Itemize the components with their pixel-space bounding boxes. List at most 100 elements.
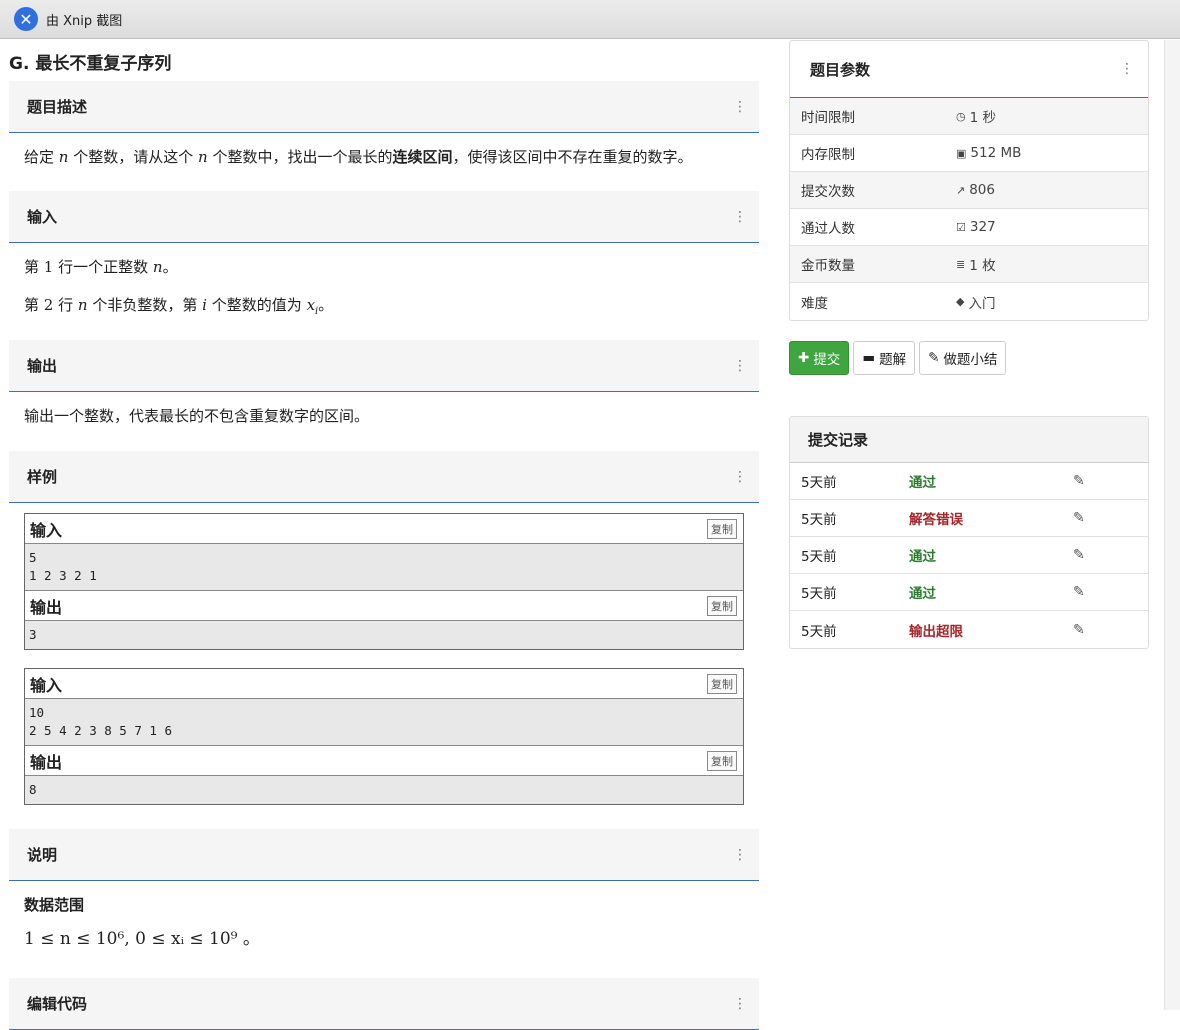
submit-button[interactable]: ✚ 提交: [789, 341, 850, 375]
sample-input-header: 输入 复制: [25, 669, 743, 699]
record-status[interactable]: 输出超限: [909, 620, 1073, 640]
description-panel: 题目描述 ⋮ 给定 n 个整数，请从这个 n 个整数中，找出一个最长的连续区间，…: [9, 81, 759, 191]
edit-icon[interactable]: ✎: [1073, 510, 1085, 526]
description-text: 给定: [24, 148, 55, 166]
param-value: 806: [969, 182, 995, 198]
sample-input-label: 输入: [30, 520, 63, 540]
sample-box: 输入 复制 10 2 5 4 2 3 8 5 7 1 6 输出 复制 8: [24, 668, 744, 805]
input-panel: 输入 ⋮ 第 1 行一个正整数 n。 第 2 行 n 个非负整数，第 i 个整数…: [9, 191, 759, 340]
record-status[interactable]: 通过: [909, 545, 1073, 565]
record-time: 5天前: [801, 475, 837, 491]
records-table: 5天前 通过 ✎ 5天前 解答错误 ✎ 5天前 通过 ✎ 5天前 通过 ✎ 5天前 输出…: [790, 463, 1148, 648]
input-text: 个非负整数，第: [92, 296, 198, 314]
more-options-icon[interactable]: ⋮: [733, 470, 747, 484]
scrollbar[interactable]: [1164, 40, 1180, 1010]
math-var: n: [152, 258, 163, 276]
param-value-cell: ↗ 806: [956, 182, 995, 198]
samples-panel: 样例 ⋮ 输入 复制 5 1 2 3 2 1 输出 复制 3 输入 复制 10 2 5 4 2 …: [9, 451, 759, 829]
solution-button[interactable]: ▬ 题解: [853, 341, 916, 375]
description-text: ，使得该区间中不存在重复的数字。: [452, 148, 693, 166]
problem-title: G. 最长不重复子序列: [9, 54, 172, 74]
sample-input-label: 输入: [30, 675, 63, 695]
submit-label: 提交: [813, 352, 841, 368]
record-row: 5天前 通过 ✎: [790, 537, 1148, 574]
param-label: 内存限制: [801, 147, 855, 163]
description-heading: 题目描述: [27, 98, 88, 116]
notes-heading: 说明: [27, 846, 58, 864]
record-status[interactable]: 解答错误: [909, 508, 1073, 528]
output-panel: 输出 ⋮ 输出一个整数，代表最长的不包含重复数字的区间。: [9, 340, 759, 451]
output-body: 输出一个整数，代表最长的不包含重复数字的区间。: [9, 392, 759, 451]
param-value-cell: ≣ 1 枚: [956, 254, 996, 275]
samples-container: 输入 复制 5 1 2 3 2 1 输出 复制 3 输入 复制 10 2 5 4 2 3 8 5…: [9, 513, 759, 829]
more-options-icon[interactable]: ⋮: [733, 359, 747, 373]
params-heading: 题目参数: [810, 60, 871, 79]
sidebar: 题目参数 ⋮ 时间限制 ◷ 1 秒内存限制 ▣ 512 MB 提交次数 ↗ 806 通过人…: [789, 40, 1149, 649]
sample-input-header: 输入 复制: [25, 514, 743, 544]
output-header: 输出 ⋮: [9, 340, 759, 392]
description-text: 个整数中，找出一个最长的: [212, 148, 393, 166]
submission-records: 提交记录 5天前 通过 ✎ 5天前 解答错误 ✎ 5天前 通过 ✎ 5天前 通过 ✎ 5…: [789, 416, 1149, 649]
more-options-icon[interactable]: ⋮: [733, 100, 747, 114]
edit-icon[interactable]: ✎: [1073, 473, 1085, 489]
record-row: 5天前 解答错误 ✎: [790, 500, 1148, 537]
math-var: x: [306, 296, 316, 314]
input-text: 。: [162, 258, 178, 276]
params-table: 时间限制 ◷ 1 秒内存限制 ▣ 512 MB 提交次数 ↗ 806 通过人数 ☑ 327 金…: [790, 98, 1148, 320]
params-row: 金币数量 ≣ 1 枚: [790, 246, 1148, 283]
input-text: 。: [318, 296, 334, 314]
record-status[interactable]: 通过: [909, 471, 1073, 491]
params-row: 提交次数 ↗ 806: [790, 172, 1148, 209]
edit-icon[interactable]: ✎: [1073, 584, 1085, 600]
param-value: 1 枚: [969, 258, 996, 274]
input-header: 输入 ⋮: [9, 191, 759, 243]
more-options-icon[interactable]: ⋮: [1120, 62, 1134, 76]
samples-header: 样例 ⋮: [9, 451, 759, 503]
edit-icon[interactable]: ✎: [1073, 622, 1085, 638]
notes-panel: 说明 ⋮ 数据范围 1 ≤ n ≤ 10⁶, 0 ≤ xᵢ ≤ 10⁹ 。: [9, 829, 759, 978]
edit-icon[interactable]: ✎: [1073, 547, 1085, 563]
output-text: 输出一个整数，代表最长的不包含重复数字的区间。: [24, 407, 370, 425]
math-var: n: [198, 148, 208, 166]
notes-body: 数据范围 1 ≤ n ≤ 10⁶, 0 ≤ xᵢ ≤ 10⁹ 。: [9, 881, 759, 978]
params-header: 题目参数 ⋮: [790, 41, 1148, 98]
record-time: 5天前: [801, 512, 837, 528]
math-number: 2: [43, 296, 54, 314]
clock-icon: ◷: [956, 109, 966, 123]
records-heading: 提交记录: [790, 417, 1148, 463]
math-var: n: [58, 148, 69, 166]
math-number: 1: [43, 258, 54, 276]
database-icon: ≣: [956, 257, 966, 271]
sample-box: 输入 复制 5 1 2 3 2 1 输出 复制 3: [24, 513, 744, 650]
more-options-icon[interactable]: ⋮: [733, 997, 747, 1011]
copy-button[interactable]: 复制: [707, 595, 737, 616]
param-value: 入门: [968, 295, 996, 312]
description-bold-text: 连续区间: [392, 148, 453, 166]
sample-output-code: 8: [25, 776, 743, 804]
param-label: 金币数量: [801, 258, 855, 274]
sample-output-header: 输出 复制: [25, 746, 743, 776]
math-var: i: [202, 296, 207, 314]
input-body: 第 1 行一个正整数 n。 第 2 行 n 个非负整数，第 i 个整数的值为 x…: [9, 243, 759, 340]
sample-input-code: 10 2 5 4 2 3 8 5 7 1 6: [25, 699, 743, 746]
more-options-icon[interactable]: ⋮: [733, 848, 747, 862]
params-row: 时间限制 ◷ 1 秒: [790, 98, 1148, 135]
notes-subheading: 数据范围: [24, 896, 85, 914]
copy-button[interactable]: 复制: [707, 518, 737, 539]
record-status[interactable]: 通过: [909, 582, 1073, 602]
editor-header: 编辑代码 ⋮: [9, 978, 759, 1030]
summary-button[interactable]: ✎ 做题小结: [919, 341, 1007, 375]
editor-heading: 编辑代码: [27, 995, 88, 1013]
math-var: n: [77, 296, 88, 314]
more-options-icon[interactable]: ⋮: [733, 210, 747, 224]
input-text: 行一个正整数: [58, 258, 149, 276]
save-icon: ▣: [956, 146, 967, 160]
param-value-cell: ▣ 512 MB: [956, 145, 1021, 161]
copy-button[interactable]: 复制: [707, 673, 737, 694]
description-header: 题目描述 ⋮: [9, 81, 759, 133]
params-row: 难度 ◆ 入门: [790, 283, 1148, 320]
data-range: 1 ≤ n ≤ 10⁶, 0 ≤ xᵢ ≤ 10⁹ 。: [24, 929, 260, 949]
copy-button[interactable]: 复制: [707, 750, 737, 771]
param-value: 512 MB: [970, 145, 1022, 161]
sample-output-label: 输出: [30, 752, 63, 772]
